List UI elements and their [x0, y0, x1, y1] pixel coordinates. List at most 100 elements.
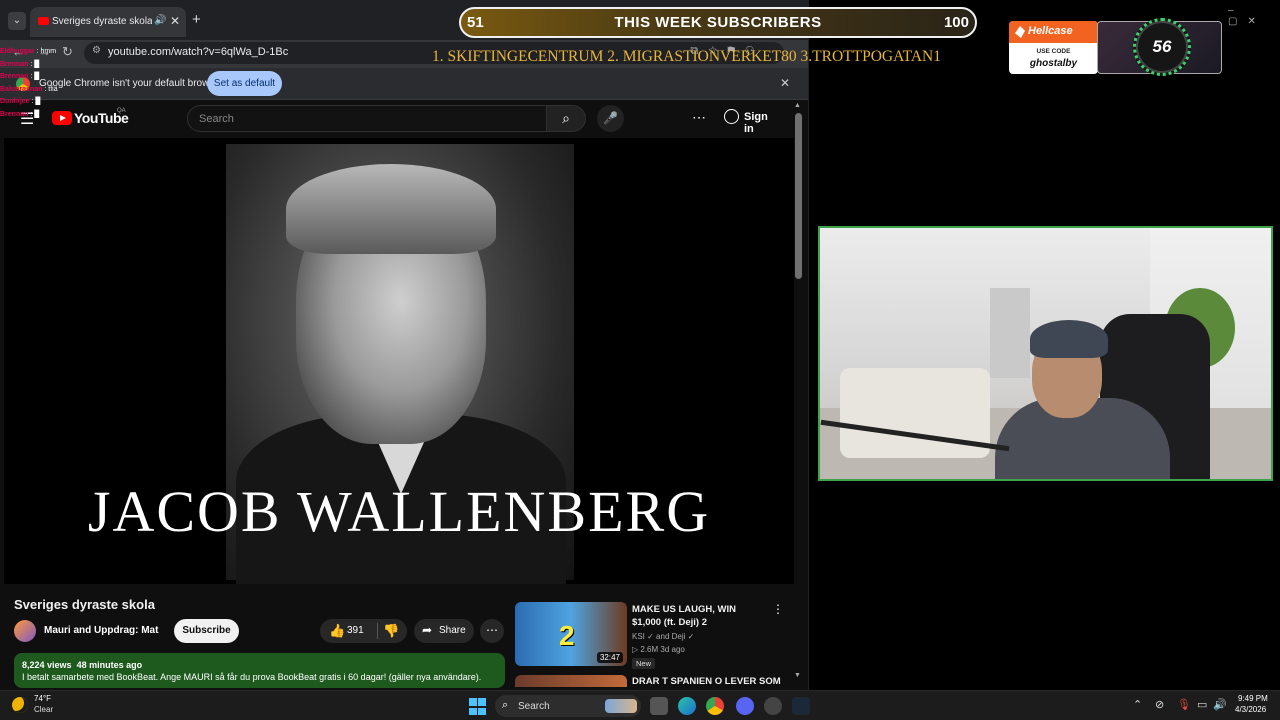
chat-message: Eldhuggar : hmm [0, 48, 57, 55]
more-options-icon[interactable]: ⋯ [692, 109, 706, 126]
thumbnail-number: 2 [559, 620, 575, 651]
share-label: Share [439, 625, 466, 636]
sign-in-button[interactable]: Sign in [718, 106, 780, 135]
use-code-label: USE CODE [1036, 48, 1071, 55]
sub-goal-target: 100 [943, 14, 969, 31]
speaker-icon[interactable]: 🔊 [154, 15, 166, 26]
sign-in-label: Sign in [744, 111, 768, 135]
more-actions-icon[interactable]: ⋯ [480, 619, 504, 643]
moon-weather-icon[interactable] [12, 697, 28, 713]
chat-text: tfiä [48, 85, 58, 93]
new-tab-button[interactable]: + [192, 11, 201, 28]
scroll-down-arrow[interactable]: ▼ [794, 672, 801, 679]
search-icon: ⌕ [562, 110, 570, 126]
youtube-favicon-icon [38, 17, 49, 25]
mic-icon[interactable]: 🎙 [1177, 698, 1191, 711]
chrome-icon[interactable] [706, 697, 724, 715]
chat-message: Brennan : █ [0, 110, 40, 118]
network-off-icon[interactable]: ⊘ [1155, 698, 1164, 711]
taskbar-search-icon: ⌕ [502, 699, 509, 711]
recommended-video-title-2[interactable]: DRAR T SPANIEN O LEVER SOM [632, 676, 781, 687]
set-default-button[interactable]: Set as default [207, 71, 282, 96]
taskbar-search[interactable]: ⌕ Search [495, 695, 641, 717]
chat-message: Balubrasnan : tfiä [0, 85, 58, 93]
page-scrollbar[interactable] [795, 113, 802, 279]
voice-search-icon[interactable]: 🎤 [597, 105, 624, 132]
youtube-header: ☰ YouTube QA Search ⌕ 🎤 ⋯ Sign in [0, 100, 808, 138]
recommended-video-title[interactable]: MAKE US LAUGH, WIN $1,000 (ft. Deji) 2 [632, 603, 767, 629]
subscribe-button[interactable]: Subscribe [174, 619, 239, 643]
description-box[interactable]: 8,224 views 48 minutes ago I betalt sama… [14, 653, 505, 688]
chat-username: Brennan [0, 110, 29, 118]
windows-start-icon[interactable] [469, 698, 486, 715]
taskbar-search-label: Search [518, 701, 550, 712]
volume-icon[interactable]: 🔊 [1213, 698, 1227, 711]
video-title: Sveriges dyraste skola [14, 597, 155, 612]
recommended-video-thumbnail-2[interactable] [515, 675, 627, 687]
steam-icon[interactable] [792, 697, 810, 715]
recommendation-more-icon[interactable]: ⋮ [772, 602, 784, 616]
level-number: 56 [1152, 37, 1172, 56]
description-text: I betalt samarbete med BookBeat. Ange MA… [22, 672, 482, 682]
task-view-icon[interactable] [650, 697, 668, 715]
edge-icon[interactable] [678, 697, 696, 715]
level-badge: 56 [1133, 18, 1191, 76]
search-highlight-image [605, 699, 637, 713]
window-controls-icon[interactable]: –▢✕ [1228, 5, 1280, 27]
chat-username: Brennan [0, 73, 29, 80]
chat-username: Brennan [0, 60, 29, 68]
windows-taskbar: 74°F Clear ⌕ Search ⌃ ⊘ 🎙 ▭ 🔊 9:49 PM 4/… [0, 690, 1280, 720]
scroll-up-arrow[interactable]: ▲ [794, 102, 801, 109]
channel-avatar[interactable] [14, 620, 36, 642]
settings-gear-icon[interactable] [764, 697, 782, 715]
tab-search-button[interactable]: ⌄ [8, 12, 26, 30]
infobar-close-icon[interactable]: ✕ [780, 76, 790, 90]
browser-tab-active[interactable]: Sveriges dyraste skola - You 🔊 ✕ [30, 7, 186, 37]
default-browser-infobar: Google Chrome isn't your default browser… [0, 68, 808, 100]
chat-text: █ [34, 73, 40, 80]
like-count[interactable]: 391 [347, 625, 364, 636]
search-placeholder: Search [199, 113, 234, 125]
window-divider [808, 0, 809, 690]
video-overlay-title: JACOB WALLENBERG [87, 479, 711, 544]
view-stats: 8,224 views 48 minutes ago [22, 660, 142, 670]
clock-time[interactable]: 9:49 PM [1238, 694, 1268, 703]
thumbs-down-icon[interactable]: 👎 [383, 623, 399, 639]
hellcase-header: Hellcase [1009, 21, 1098, 43]
video-player[interactable]: JACOB WALLENBERG [4, 138, 794, 584]
webcam-feed [818, 226, 1273, 481]
chat-text: █ [34, 110, 40, 118]
recommended-meta: ▷ 2.6M 3d ago [632, 645, 685, 654]
display-icon[interactable]: ▭ [1197, 698, 1207, 711]
chat-username: Eldhuggar [0, 48, 35, 55]
chat-text: █ [34, 60, 40, 68]
thumbs-up-icon[interactable]: 👍 [329, 623, 345, 639]
discord-icon[interactable] [736, 697, 754, 715]
chat-message: Brennan : █ [0, 60, 40, 68]
top-subscribers-ticker: 1. SKIFTINGECENTRUM 2. MIGRASTIONVERKET8… [432, 48, 941, 65]
recommended-video-thumbnail[interactable]: 2 32:47 [515, 602, 627, 666]
posted-time: 48 minutes ago [76, 660, 143, 670]
stream-chat-overlay: Eldhuggar : hmm Brennan : █ Brennan : █ Bal… [0, 46, 110, 121]
share-button[interactable]: ➦ Share [414, 619, 474, 643]
account-icon [724, 109, 739, 124]
url-text: youtube.com/watch?v=6qlWa_D-1Bc [108, 46, 289, 58]
clock-date[interactable]: 4/3/2026 [1235, 705, 1266, 714]
video-duration: 32:47 [596, 652, 623, 663]
new-badge: New [632, 658, 656, 669]
channel-name[interactable]: Mauri and Uppdrag: Mat [44, 625, 158, 636]
chat-message: Dunhijee : █ [0, 98, 41, 105]
weather-temp[interactable]: 74°F [34, 694, 51, 703]
hellcase-logo-icon [1015, 26, 1025, 38]
subscriber-goal-bar: 51 THIS WEEK SUBSCRIBERS 100 [459, 7, 977, 38]
divider [377, 623, 378, 639]
recommended-channel[interactable]: KSI ✓ and Deji ✓ [632, 632, 694, 641]
search-button[interactable]: ⌕ [546, 105, 586, 132]
chat-message: Brennan : █ [0, 73, 40, 80]
tray-chevron-icon[interactable]: ⌃ [1133, 698, 1142, 711]
chat-text: █ [35, 98, 41, 105]
search-input[interactable]: Search [187, 105, 547, 132]
weather-condition[interactable]: Clear [34, 705, 53, 714]
sponsor-code: ghostalby [1029, 58, 1078, 69]
close-tab-icon[interactable]: ✕ [170, 14, 180, 28]
